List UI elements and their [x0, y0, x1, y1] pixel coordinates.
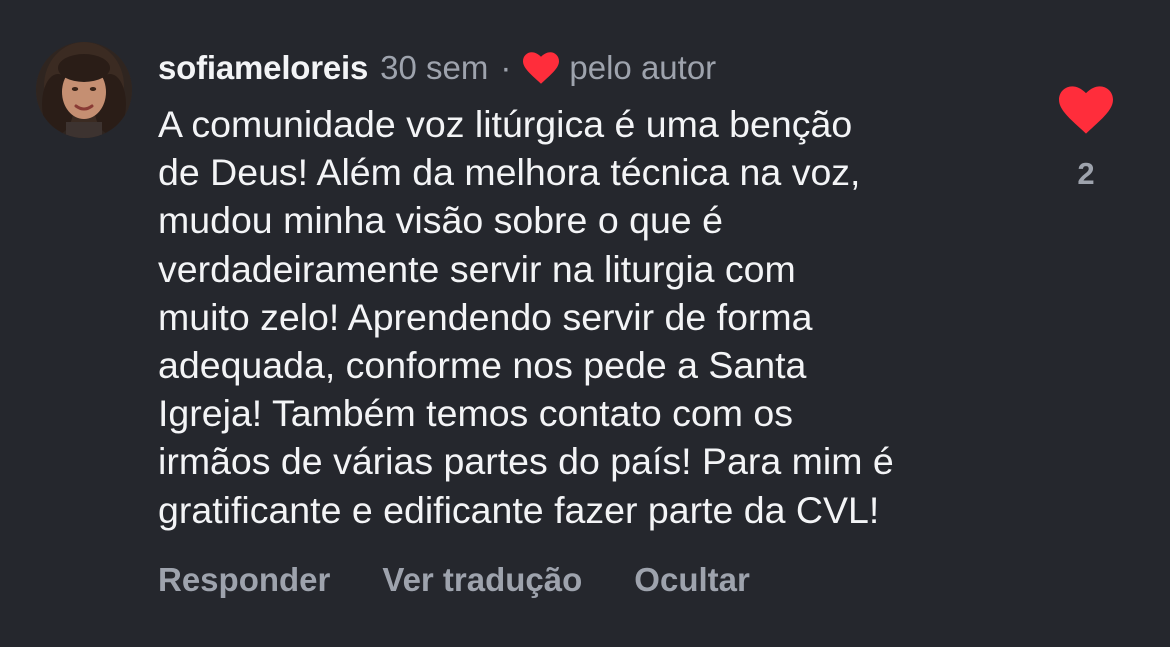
like-count: 2	[1077, 156, 1095, 191]
username[interactable]: sofiameloreis	[158, 49, 368, 87]
comment-text: A comunidade voz litúrgica é uma benção …	[158, 103, 894, 531]
comment-header: sofiameloreis 30 sem · pelo autor	[158, 46, 716, 90]
timestamp: 30 sem	[380, 49, 489, 86]
heart-icon	[523, 52, 560, 84]
liked-by-author-label: pelo autor	[569, 49, 717, 86]
avatar-image	[36, 42, 132, 138]
avatar[interactable]	[36, 42, 132, 138]
like-column: 2	[1058, 86, 1114, 192]
heart-icon[interactable]	[1059, 86, 1113, 134]
hide-button[interactable]: Ocultar	[634, 561, 750, 599]
reply-button[interactable]: Responder	[158, 561, 330, 599]
translate-button[interactable]: Ver tradução	[382, 561, 582, 599]
separator-dot: ·	[500, 49, 512, 86]
comment-actions: Responder Ver tradução Ocultar	[158, 558, 802, 602]
comment: sofiameloreis 30 sem · pelo autor A comu…	[0, 0, 1170, 647]
